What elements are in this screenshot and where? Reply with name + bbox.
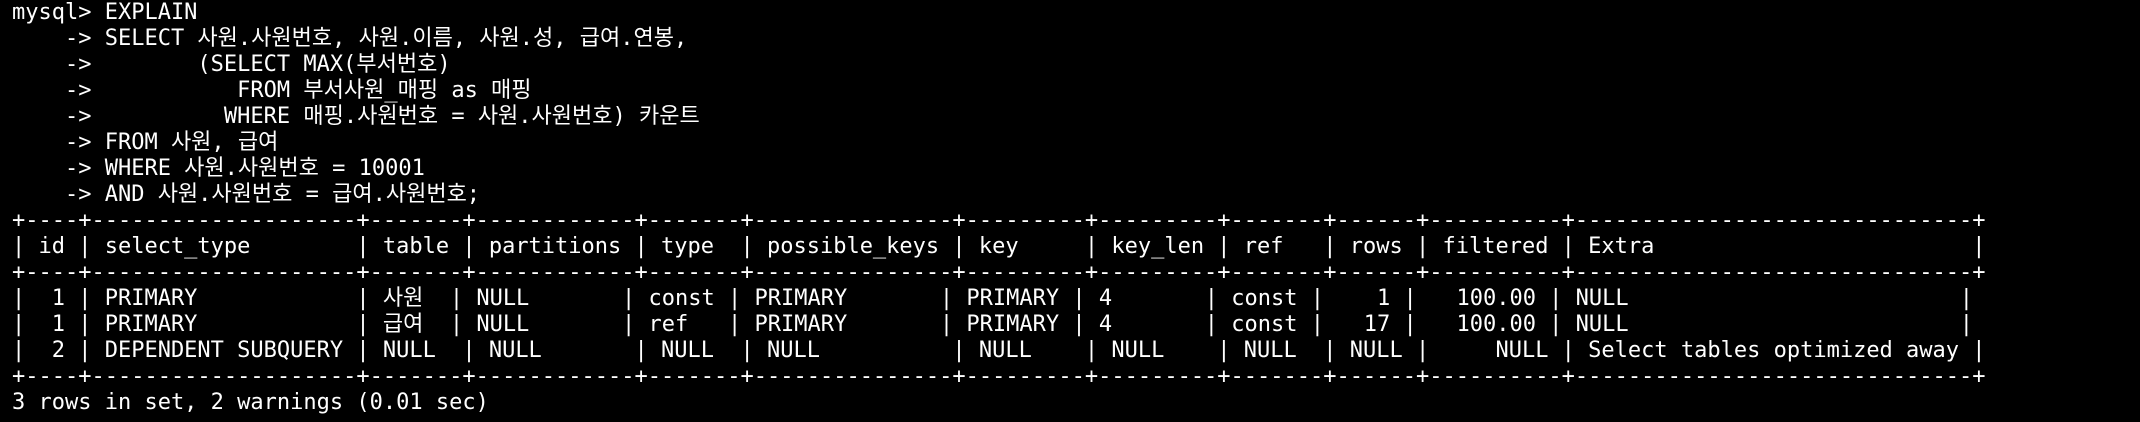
table-row: | 2 | DEPENDENT SUBQUERY | NULL | NULL |… <box>12 338 1986 363</box>
table-row: | 1 | PRIMARY | 사원 | NULL | const | PRIM… <box>12 286 1974 311</box>
query-continuation-line: -> AND 사원.사원번호 = 급여.사원번호; <box>12 182 481 207</box>
query-continuation-line: -> FROM 사원, 급여 <box>12 130 279 155</box>
query-continuation-line: -> FROM 부서사원_매핑 as 매핑 <box>12 78 532 103</box>
table-header-row: | id | select_type | table | partitions … <box>12 234 1986 259</box>
table-border-top: +----+--------------------+-------+-----… <box>12 208 1986 233</box>
table-border-bottom: +----+--------------------+-------+-----… <box>12 364 1986 389</box>
table-row: | 1 | PRIMARY | 급여 | NULL | ref | PRIMAR… <box>12 312 1974 337</box>
table-border-header: +----+--------------------+-------+-----… <box>12 260 1986 285</box>
query-continuation-line: -> WHERE 매핑.사원번호 = 사원.사원번호) 카운트 <box>12 104 700 129</box>
query-prompt-line: mysql> EXPLAIN <box>12 0 198 25</box>
result-summary: 3 rows in set, 2 warnings (0.01 sec) <box>12 390 489 415</box>
query-continuation-line: -> WHERE 사원.사원번호 = 10001 <box>12 156 425 181</box>
query-continuation-line: -> SELECT 사원.사원번호, 사원.이름, 사원.성, 급여.연봉, <box>12 26 688 51</box>
query-continuation-line: -> (SELECT MAX(부서번호) <box>12 52 451 77</box>
terminal-window[interactable]: mysql> EXPLAIN -> SELECT 사원.사원번호, 사원.이름,… <box>0 0 2140 422</box>
